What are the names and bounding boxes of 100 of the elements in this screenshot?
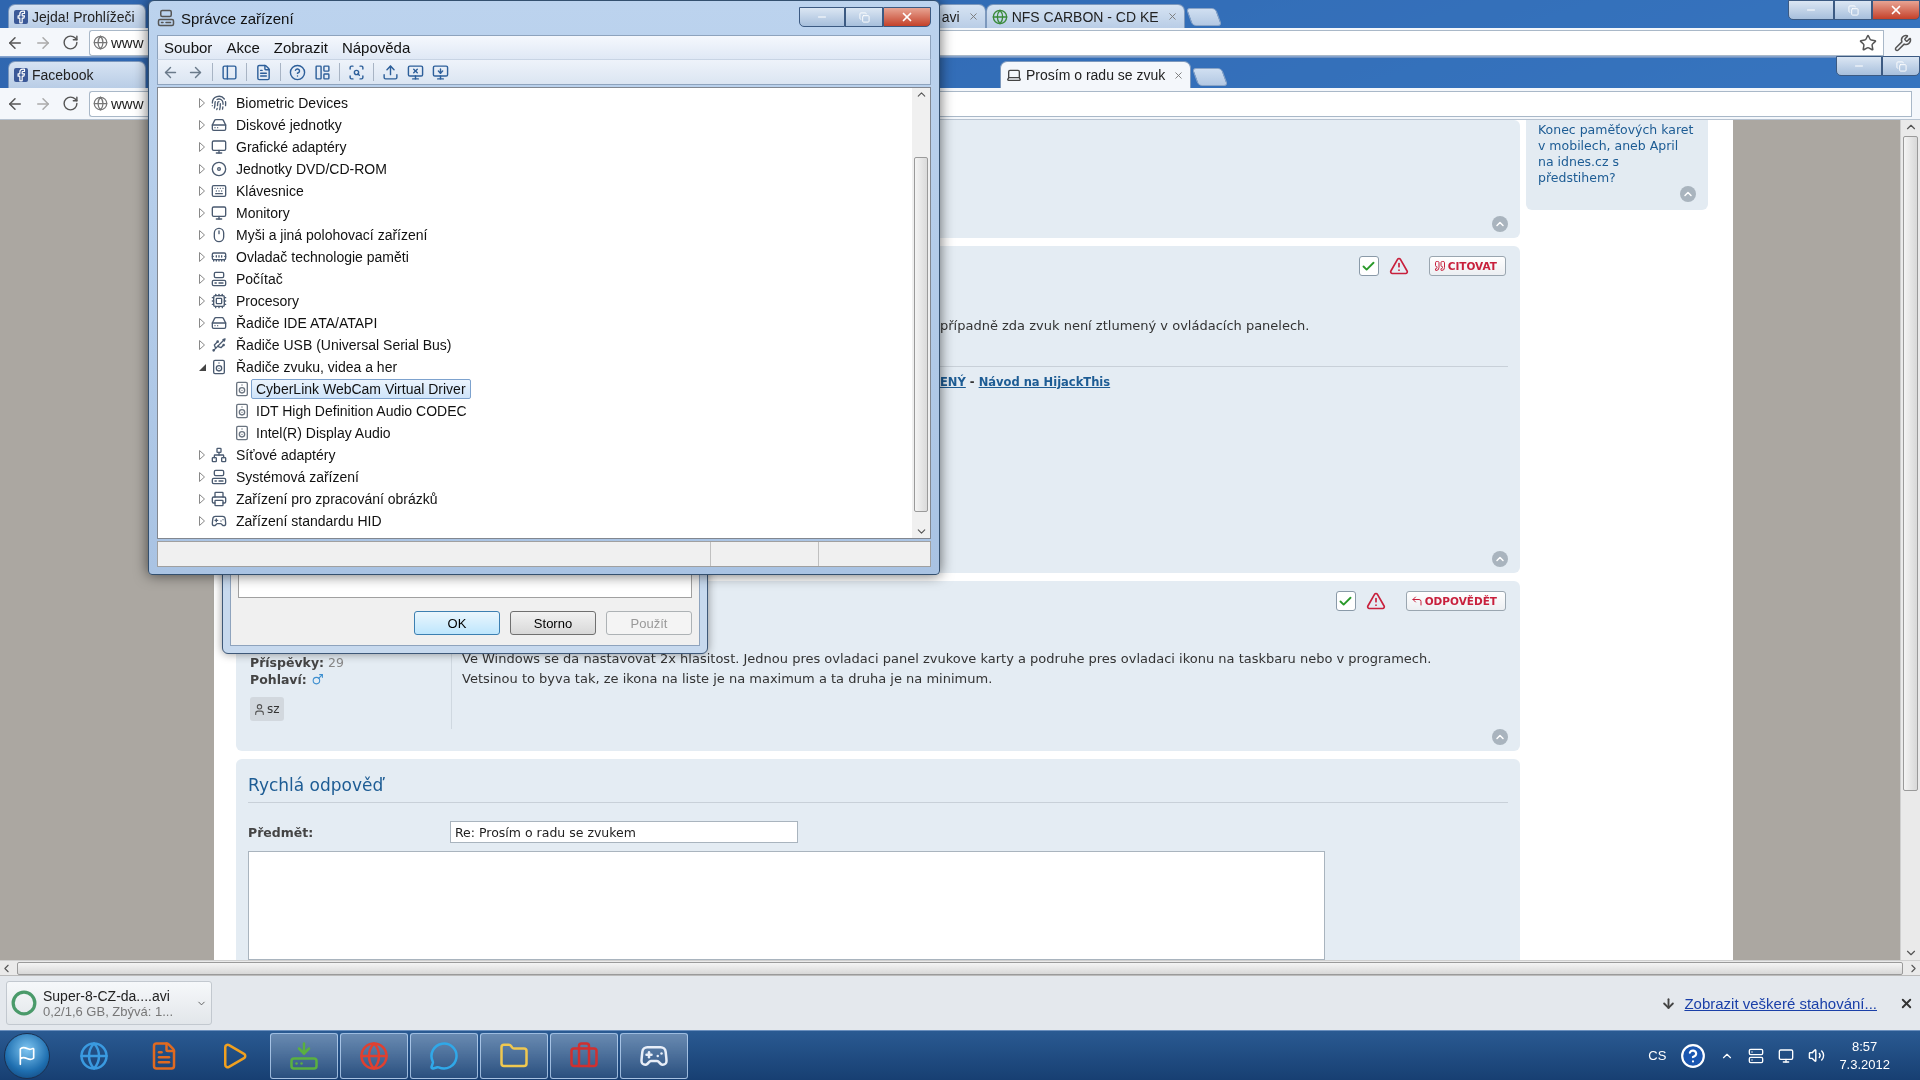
taskbar-button[interactable]	[620, 1032, 688, 1079]
approve-button[interactable]	[1335, 591, 1356, 611]
horizontal-scrollbar[interactable]	[0, 960, 1920, 975]
tree-item[interactable]: Zařízení pro zpracování obrázků	[231, 489, 443, 509]
tree-item[interactable]: Jednotky DVD/CD-ROM	[231, 159, 392, 179]
taskbar-button[interactable]	[340, 1032, 408, 1079]
network-icon[interactable]	[1778, 1047, 1795, 1064]
close-button[interactable]	[883, 7, 931, 27]
keyboard-icon	[211, 183, 227, 199]
tree-item[interactable]: Intel(R) Display Audio	[251, 423, 396, 443]
dialog-button[interactable]: OK	[414, 611, 500, 635]
action-button[interactable]: ODPOVĚDĚT	[1405, 591, 1506, 611]
expand-arrow-icon[interactable]	[196, 449, 208, 461]
taskbar-button[interactable]	[480, 1032, 548, 1079]
computer-icon	[211, 469, 227, 485]
tree-item[interactable]: Grafické adaptéry	[231, 137, 352, 157]
restore-button[interactable]	[1834, 0, 1872, 20]
volume-icon[interactable]	[1808, 1047, 1826, 1064]
vertical-scrollbar[interactable]	[1900, 120, 1920, 960]
sidebar-link[interactable]: Konec paměťových karet v mobilech, aneb April na idnes.cz s předstihem?	[1538, 122, 1696, 186]
approve-button[interactable]	[1358, 256, 1379, 276]
new-tab-button[interactable]	[1185, 8, 1222, 26]
expand-arrow-icon[interactable]	[196, 185, 208, 197]
expand-arrow-icon[interactable]	[196, 229, 208, 241]
expand-arrow-icon[interactable]	[196, 119, 208, 131]
memory-icon	[211, 249, 227, 265]
warning-icon[interactable]	[1388, 256, 1409, 276]
profile-link[interactable]: sz	[250, 697, 284, 721]
disable-icon[interactable]	[432, 63, 449, 81]
tree-item[interactable]: Řadiče zvuku, videa a her	[231, 357, 403, 377]
restore-button[interactable]	[1882, 56, 1920, 76]
tree-item[interactable]: Počítač	[231, 269, 288, 289]
computer-icon	[1006, 67, 1022, 83]
browser-tab[interactable]: Facebook	[8, 61, 146, 88]
reload-icon[interactable]	[62, 34, 79, 51]
expand-arrow-icon[interactable]	[196, 295, 208, 307]
globe-icon	[991, 8, 1008, 25]
tree-item[interactable]: Řadiče USB (Universal Serial Bus)	[231, 335, 457, 355]
tree-item[interactable]: Řadiče IDE ATA/ATAPI	[231, 313, 383, 333]
uninstall-icon[interactable]	[407, 63, 424, 81]
tree-item[interactable]: Síťové adaptéry	[231, 445, 341, 465]
expand-arrow-icon[interactable]	[196, 207, 208, 219]
tree-item[interactable]: Systémová zařízení	[231, 467, 364, 487]
taskbar-button[interactable]	[410, 1032, 478, 1079]
update-icon[interactable]	[382, 63, 399, 81]
start-button[interactable]	[4, 1032, 50, 1079]
quote-icon	[1433, 260, 1446, 272]
tree-item[interactable]: Myši a jiná polohovací zařízení	[231, 225, 433, 245]
action-button[interactable]: CITOVAT	[1428, 256, 1506, 276]
taskbar-button[interactable]	[550, 1032, 618, 1079]
signature-link[interactable]: ENÝ	[940, 375, 966, 389]
subject-field[interactable]: Re: Prosím o radu se zvukem	[450, 821, 798, 843]
tree-item[interactable]: Diskové jednotky	[231, 115, 347, 135]
device-icon[interactable]	[1748, 1047, 1765, 1064]
expand-arrow-icon[interactable]	[196, 273, 208, 285]
expand-arrow-icon[interactable]	[196, 493, 208, 505]
chip-icon	[211, 293, 227, 309]
tree-item[interactable]: Procesory	[231, 291, 305, 311]
tree-item[interactable]: Zařízení standardu HID	[231, 511, 387, 531]
restore-button[interactable]	[845, 7, 883, 27]
minimize-button[interactable]	[1836, 56, 1882, 76]
scan-icon[interactable]	[348, 63, 365, 81]
tree-item[interactable]: Klávesnice	[231, 181, 309, 201]
dialog-button[interactable]: Storno	[510, 611, 596, 635]
restore-icon	[858, 11, 870, 23]
properties-icon[interactable]	[255, 63, 272, 81]
expand-arrow-icon[interactable]	[196, 141, 208, 153]
vertical-scrollbar[interactable]	[912, 88, 930, 538]
hard-drive-icon	[211, 315, 227, 331]
restore-icon	[1895, 60, 1907, 72]
panel-icon[interactable]	[221, 63, 238, 81]
help-icon[interactable]	[289, 63, 306, 81]
warning-icon[interactable]	[1365, 591, 1386, 611]
show-all-downloads-link[interactable]: Zobrazit veškeré stahování...	[1684, 994, 1877, 1012]
download-item[interactable]: Super-8-CZ-da....avi 0,2/1,6 GB, Zbývá: 1...	[6, 981, 212, 1025]
tree-item[interactable]: CyberLink WebCam Virtual Driver	[251, 379, 471, 399]
browser-tab[interactable]: Prosím o radu se zvuk	[1000, 61, 1192, 88]
tree-item[interactable]: Monitory	[231, 203, 295, 223]
minimize-button[interactable]	[799, 7, 845, 27]
expand-arrow-icon[interactable]	[196, 317, 208, 329]
reload-icon[interactable]	[62, 95, 79, 112]
language-indicator[interactable]: CS	[1648, 1048, 1667, 1063]
wrench-icon[interactable]	[1894, 33, 1912, 52]
browser-tab[interactable]: Jejda! Prohlížeči	[8, 4, 146, 28]
browser-tab[interactable]: NFS CARBON - CD KE	[985, 4, 1185, 28]
tree-item[interactable]: IDT High Definition Audio CODEC	[251, 401, 472, 421]
tree-item[interactable]: Ovladač technologie paměti	[231, 247, 414, 267]
new-tab-button[interactable]	[1192, 68, 1229, 86]
expand-arrow-icon[interactable]	[196, 163, 208, 175]
expand-arrow-icon[interactable]	[196, 251, 208, 263]
expand-arrow-icon[interactable]	[196, 515, 208, 527]
minimize-button[interactable]	[1788, 0, 1834, 20]
taskbar-button[interactable]	[270, 1032, 338, 1079]
signature-link[interactable]: Návod na HijackThis	[978, 375, 1111, 389]
clock[interactable]: 8:57 7.3.2012	[1839, 1037, 1890, 1074]
download-icon	[1661, 995, 1677, 1011]
close-button[interactable]	[1872, 0, 1920, 20]
expand-arrow-icon[interactable]	[196, 339, 208, 351]
expand-arrow-icon[interactable]	[196, 471, 208, 483]
panel-icon[interactable]	[314, 63, 331, 81]
